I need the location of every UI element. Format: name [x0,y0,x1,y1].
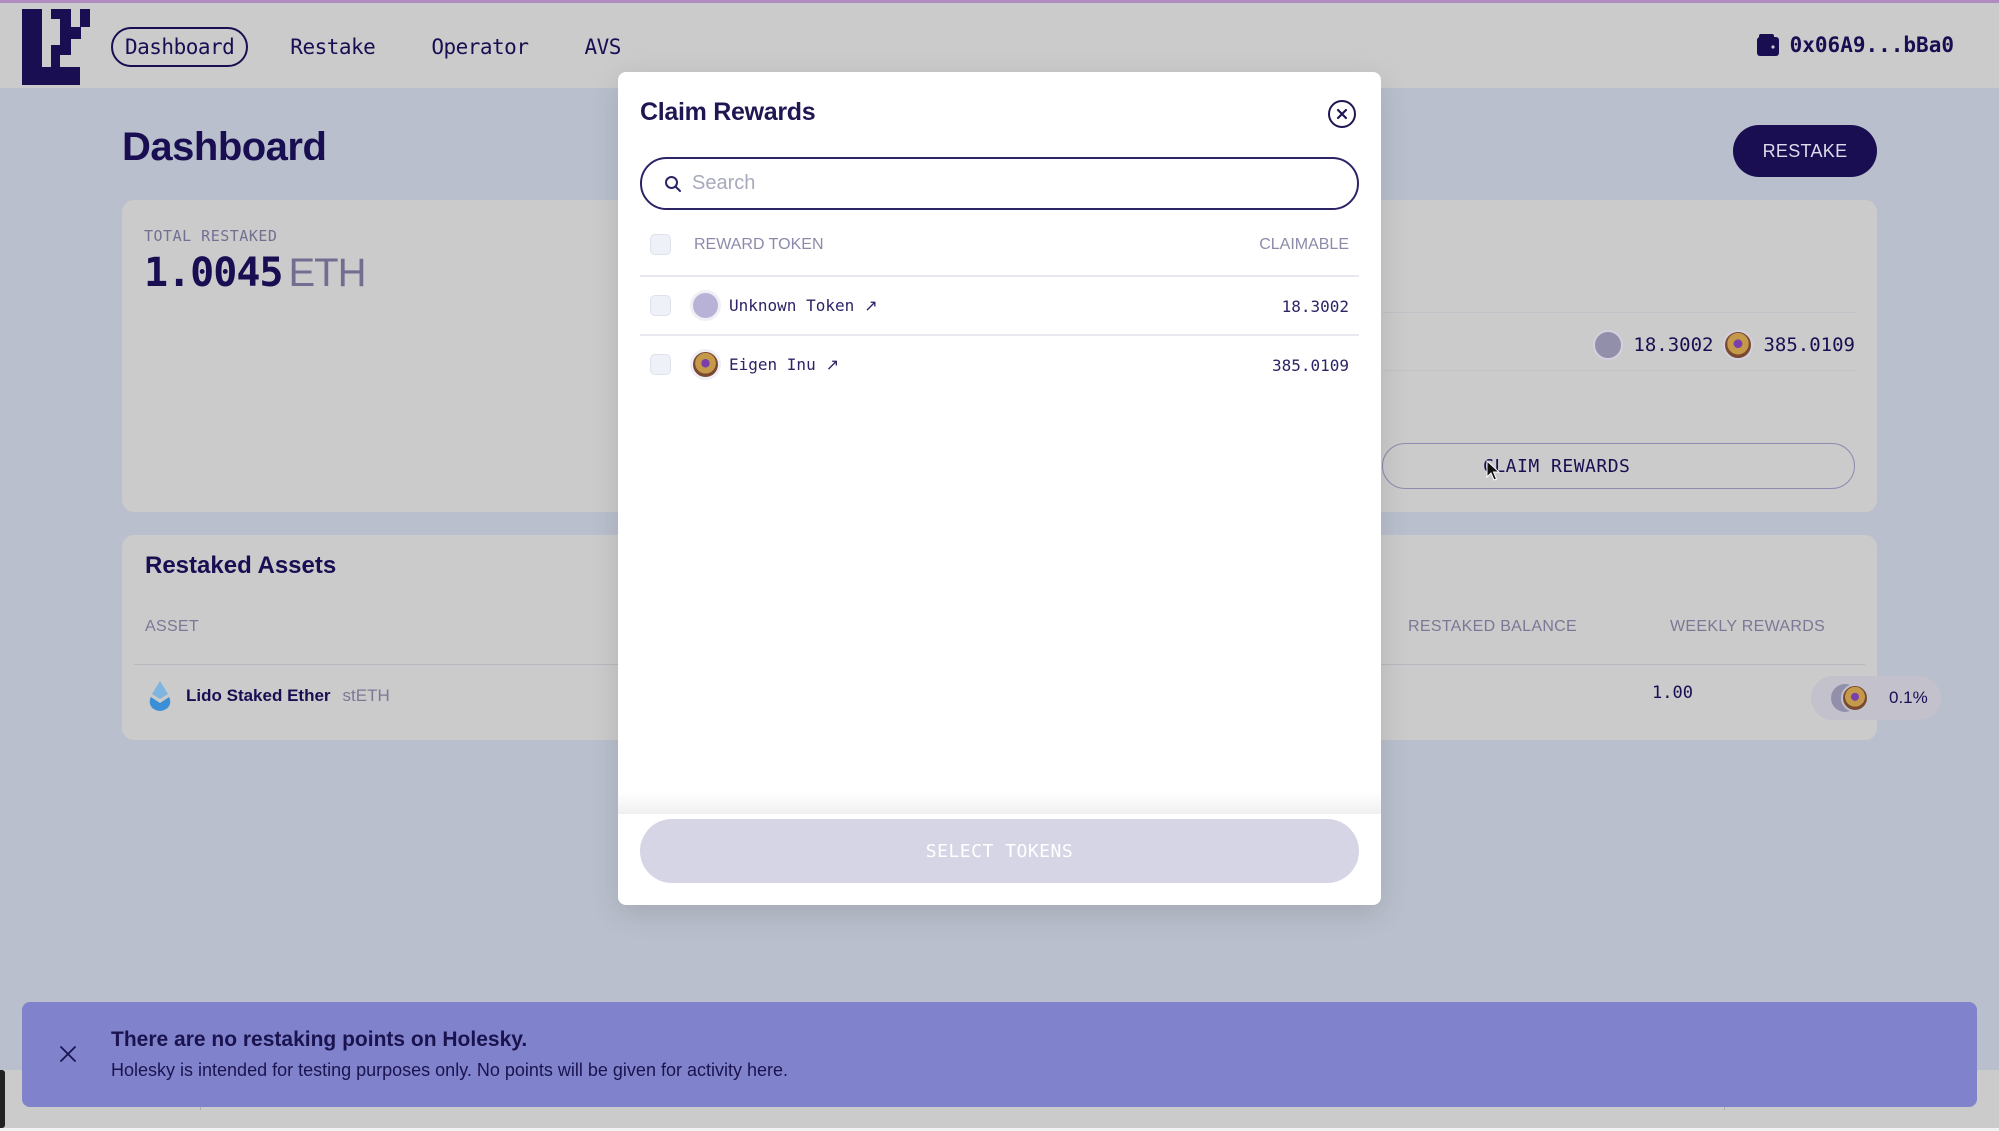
total-restaked-label: TOTAL RESTAKED [144,227,278,245]
modal-table-header: REWARD TOKEN CLAIMABLE [640,230,1359,260]
nav-operator[interactable]: Operator [417,27,542,67]
app-logo[interactable] [22,7,90,87]
claim-rewards-button[interactable]: CLAIM REWARDS [1382,443,1855,489]
table-row[interactable]: Lido Staked Ether stETH [148,680,390,712]
eigen-inu-token-icon [690,349,721,380]
rewards-divider-top [1382,312,1857,313]
asset-restaked-balance: 1.00 [1652,683,1693,703]
lido-steth-icon [149,681,171,711]
claim-rewards-modal: Claim Rewards REWARD TOKEN CLAIMABLE Unk… [618,72,1381,905]
modal-footer-shadow [618,792,1381,814]
select-all-checkbox[interactable] [650,234,671,255]
column-header-weekly-rewards: WEEKLY REWARDS [1670,618,1826,635]
eigen-inu-token-icon [1723,330,1754,360]
select-tokens-button[interactable]: SELECT TOKENS [640,819,1359,883]
banner-text: Holesky is intended for testing purposes… [111,1060,789,1080]
total-restaked-value: 1.0045 ETH [144,250,367,296]
unknown-token-icon [1593,330,1624,360]
modal-title: Claim Rewards [640,98,816,126]
token-checkbox[interactable] [650,354,671,375]
restake-button[interactable]: RESTAKE [1733,125,1877,177]
search-field [640,157,1359,210]
page-title: Dashboard [122,125,327,169]
close-icon [1336,108,1348,120]
token-name: Unknown Token [729,296,855,315]
weekly-rewards-pill: 0.1% [1811,676,1941,720]
nav-dashboard[interactable]: Dashboard [111,27,249,67]
reward-token-row[interactable]: Eigen Inu ↗ 385.0109 [640,344,1359,384]
nav-avs[interactable]: AVS [570,27,634,67]
external-link-icon[interactable]: ↗ [864,296,877,316]
reward-token-icons [1831,683,1871,713]
banner-title: There are no restaking points on Holesky… [111,1028,528,1051]
total-restaked-amount: 1.0045 [144,250,283,296]
close-modal-button[interactable] [1328,100,1356,128]
token-cell: Eigen Inu ↗ [690,349,839,380]
footer-edge [0,1070,5,1128]
column-header-reward-token: REWARD TOKEN [694,236,824,253]
rewards-summary: 18.3002 385.0109 [1593,330,1855,360]
column-header-claimable: CLAIMABLE [1259,236,1349,253]
eigen-inu-token-icon [1841,684,1869,712]
modal-divider [640,275,1359,277]
token-checkbox[interactable] [650,295,671,316]
unknown-token-icon [690,290,721,321]
external-link-icon[interactable]: ↗ [826,355,839,375]
reward-token-row[interactable]: Unknown Token ↗ 18.3002 [640,285,1359,325]
holesky-notice-banner: There are no restaking points on Holesky… [22,1002,1977,1107]
mouse-cursor-icon [1486,460,1500,481]
wallet-button[interactable]: 0x06A9...bBa0 [1756,33,1954,57]
column-header-restaked-balance: RESTAKED BALANCE [1408,618,1577,635]
total-restaked-unit: ETH [288,251,367,295]
token-claimable: 18.3002 [1281,297,1349,316]
token-name: Eigen Inu [729,355,816,374]
rewards-divider-bottom [1382,370,1857,371]
search-input[interactable] [692,172,1332,195]
token-claimable: 385.0109 [1271,356,1349,375]
column-header-asset: ASSET [145,618,199,635]
search-icon [665,175,681,192]
nav-restake[interactable]: Restake [276,27,389,67]
asset-name: Lido Staked Ether [186,686,331,705]
close-icon[interactable] [58,1044,78,1064]
reward-amount-unknown: 18.3002 [1633,334,1714,356]
asset-symbol: stETH [342,686,390,705]
modal-divider [640,334,1359,336]
token-cell: Unknown Token ↗ [690,290,878,321]
restaked-assets-title: Restaked Assets [145,552,337,579]
wallet-icon [1756,34,1779,56]
wallet-address: 0x06A9...bBa0 [1789,33,1954,57]
reward-amount-eigen-inu: 385.0109 [1763,334,1855,356]
main-nav: Dashboard Restake Operator AVS [111,27,663,67]
weekly-rewards-value: 0.1% [1889,688,1928,707]
